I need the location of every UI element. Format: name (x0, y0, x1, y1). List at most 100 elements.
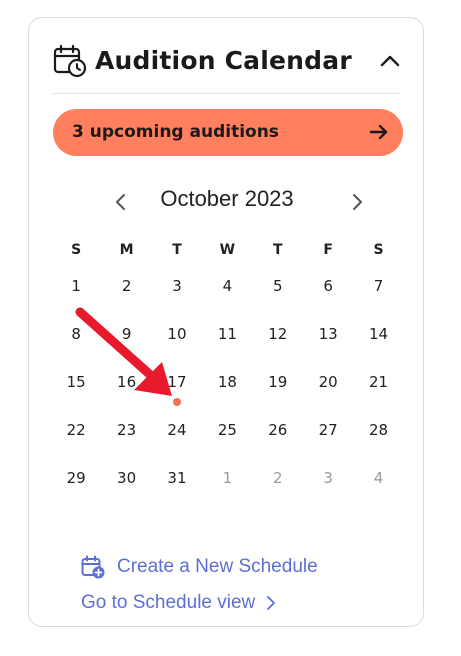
day-number: 6 (323, 277, 333, 295)
create-schedule-label: Create a New Schedule (117, 556, 318, 577)
day-number: 4 (222, 277, 233, 295)
calendar-day[interactable]: 7 (353, 264, 403, 312)
day-number: 14 (368, 325, 389, 343)
calendar-day[interactable]: 6 (303, 264, 353, 312)
chevron-left-icon[interactable] (110, 190, 132, 214)
day-number: 22 (66, 421, 86, 439)
calendar-day-outside-month[interactable]: 4 (353, 456, 403, 504)
weekday-header-row: SMTWTFS (51, 236, 404, 264)
day-number: 23 (117, 421, 137, 439)
calendar-day[interactable]: 4 (202, 264, 252, 312)
calendar-day-outside-month[interactable]: 2 (253, 456, 303, 504)
day-number: 25 (217, 421, 237, 439)
calendar-day[interactable]: 25 (202, 408, 252, 456)
schedule-view-link[interactable]: Go to Schedule view (81, 592, 277, 614)
audition-calendar-card: Audition Calendar 3 upcoming auditions O… (28, 17, 424, 627)
calendar-day[interactable]: 10 (152, 312, 202, 360)
calendar-day[interactable]: 2 (101, 264, 151, 312)
weekday-label: T (172, 242, 182, 258)
chevron-up-icon[interactable] (377, 48, 403, 74)
calendar-day[interactable]: 1 (51, 264, 101, 312)
day-number: 30 (117, 469, 137, 487)
day-number: 18 (217, 373, 237, 391)
weekday-label: M (119, 242, 134, 258)
day-number: 28 (368, 421, 389, 439)
calendar-day[interactable]: 15 (51, 360, 101, 408)
day-number: 12 (268, 325, 288, 343)
calendar-day[interactable]: 5 (253, 264, 303, 312)
calendar-day[interactable]: 18 (202, 360, 252, 408)
day-number: 1 (71, 277, 81, 295)
calendar-day[interactable]: 19 (253, 360, 303, 408)
calendar-day[interactable]: 14 (353, 312, 403, 360)
calendar-day[interactable]: 12 (253, 312, 303, 360)
calendar-day[interactable]: 30 (101, 456, 151, 504)
upcoming-auditions-label: 3 upcoming auditions (72, 122, 279, 142)
calendar-day[interactable]: 9 (101, 312, 151, 360)
calendar-day[interactable]: 29 (51, 456, 101, 504)
calendar-week-row: 29 30 31 1 2 3 4 (51, 456, 404, 504)
day-number: 10 (167, 325, 187, 343)
calendar-day[interactable]: 27 (303, 408, 353, 456)
calendar-day[interactable]: 24 (152, 408, 202, 456)
day-number: 7 (373, 277, 384, 295)
day-number: 29 (66, 469, 86, 487)
chevron-right-icon (267, 596, 276, 610)
day-number: 5 (272, 277, 283, 295)
calendar-week-row: 1 2 3 4 5 6 7 (51, 264, 404, 312)
calendar-day[interactable]: 11 (202, 312, 252, 360)
day-number: 3 (172, 277, 182, 295)
calendar-day[interactable]: 16 (101, 360, 151, 408)
day-number: 8 (71, 325, 81, 343)
calendar-week-row: 22 23 24 25 26 27 28 (51, 408, 404, 456)
day-number: 19 (268, 373, 288, 391)
day-number: 3 (323, 469, 333, 487)
calendar-day[interactable]: 22 (51, 408, 101, 456)
day-number: 16 (117, 373, 137, 391)
day-number: 4 (373, 469, 384, 487)
weekday-label: W (219, 242, 236, 258)
calendar-day[interactable]: 21 (353, 360, 403, 408)
calendar-day[interactable]: 20 (303, 360, 353, 408)
chevron-right-icon[interactable] (346, 190, 368, 214)
calendar-week-row: 8 9 10 11 12 13 14 (51, 312, 404, 360)
day-number: 13 (318, 325, 338, 343)
calendar-day[interactable]: 17 (152, 360, 202, 408)
calendar-day[interactable]: 28 (353, 408, 403, 456)
calendar-clock-icon (53, 44, 87, 78)
day-number: 31 (167, 469, 187, 487)
calendar-plus-icon (81, 555, 105, 579)
day-number: 20 (318, 373, 338, 391)
upcoming-auditions-banner[interactable]: 3 upcoming auditions (53, 109, 403, 156)
card-header: Audition Calendar (53, 44, 401, 80)
schedule-view-label: Go to Schedule view (81, 592, 256, 613)
calendar-day-outside-month[interactable]: 3 (303, 456, 353, 504)
calendar-day[interactable]: 3 (152, 264, 202, 312)
weekday-label: F (323, 242, 333, 258)
day-number: 11 (217, 325, 237, 343)
day-number: 24 (167, 421, 187, 439)
day-number: 9 (121, 325, 132, 343)
weekday-label: S (373, 242, 384, 258)
day-number: 21 (368, 373, 389, 391)
event-dot-icon (172, 398, 181, 406)
day-number: 2 (272, 469, 283, 487)
day-number: 26 (268, 421, 288, 439)
card-title: Audition Calendar (95, 46, 352, 75)
calendar-weeks: 1 2 3 4 5 6 7 8 9 10 11 12 13 14 15 16 17 18 19 20 21 22 23 24 2… (51, 264, 404, 504)
day-number: 2 (121, 277, 132, 295)
header-divider (53, 93, 401, 94)
day-number: 27 (318, 421, 338, 439)
calendar-day[interactable]: 13 (303, 312, 353, 360)
calendar-day[interactable]: 8 (51, 312, 101, 360)
day-number: 15 (66, 373, 86, 391)
arrow-right-icon (369, 124, 388, 140)
calendar-day[interactable]: 23 (101, 408, 151, 456)
calendar-day-outside-month[interactable]: 1 (202, 456, 252, 504)
calendar-grid: SMTWTFS 1 2 3 4 5 6 7 8 9 10 11 12 13 14 15 16 17 18 19 20 2… (51, 236, 404, 504)
calendar-week-row: 15 16 17 18 19 20 21 (51, 360, 404, 408)
calendar-day[interactable]: 31 (152, 456, 202, 504)
day-number: 1 (222, 469, 233, 487)
month-navigation: October 2023 (53, 186, 401, 218)
calendar-day[interactable]: 26 (253, 408, 303, 456)
